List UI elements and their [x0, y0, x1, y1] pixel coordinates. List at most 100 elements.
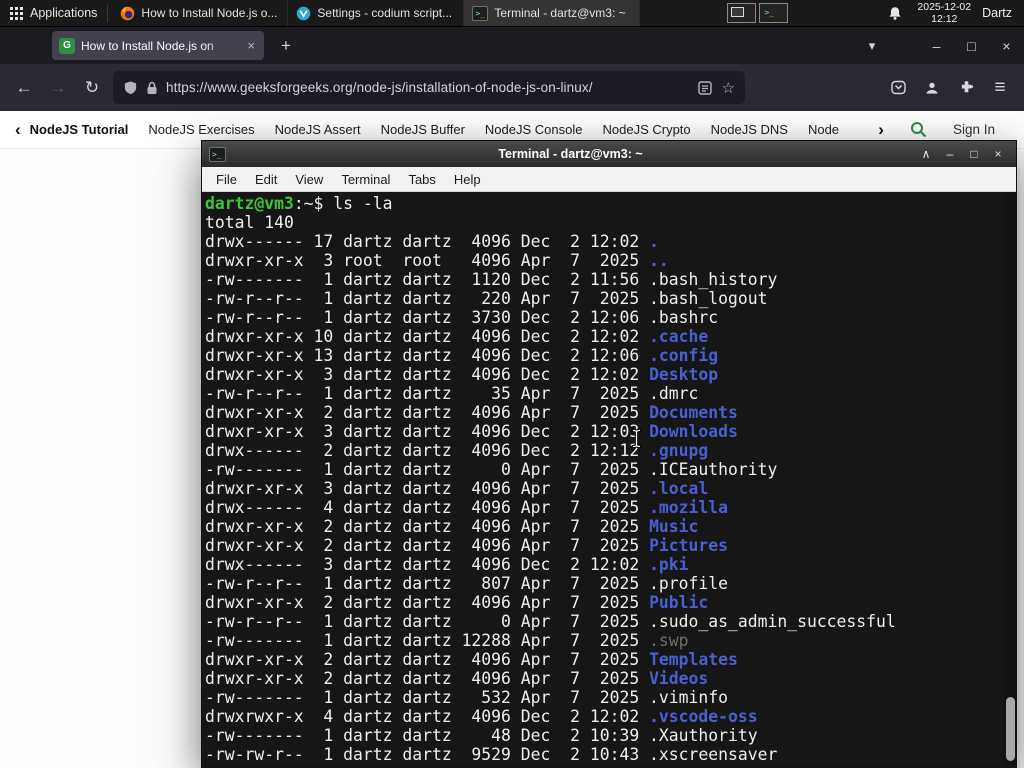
browser-close-button[interactable]: ×: [989, 27, 1024, 64]
terminal-line: -rw-r--r-- 1 dartz dartz 0 Apr 7 2025 .s…: [205, 612, 896, 631]
terminal-line: drwxr-xr-x 2 dartz dartz 4096 Apr 7 2025…: [205, 669, 709, 688]
taskbar-item-terminal[interactable]: >_ Terminal - dartz@vm3: ~: [464, 0, 641, 26]
top-panel: Applications How to Install Node.js o...…: [0, 0, 1024, 27]
pocket-button[interactable]: [881, 71, 915, 105]
gfg-nav-buffer[interactable]: NodeJS Buffer: [381, 122, 465, 137]
applications-label: Applications: [30, 6, 98, 20]
extensions-button[interactable]: [949, 71, 983, 105]
terminal-line: dartz@vm3:~$ ls -la: [205, 194, 393, 213]
menu-file[interactable]: File: [207, 172, 246, 187]
terminal-line: drwxr-xr-x 2 dartz dartz 4096 Apr 7 2025…: [205, 650, 738, 669]
gfg-navbar-right: › Sign In: [878, 121, 1009, 138]
terminal-viewport[interactable]: dartz@vm3:~$ ls -la total 140 drwx------ 1…: [202, 192, 1016, 767]
menu-help[interactable]: Help: [445, 172, 490, 187]
url-text: https://www.geeksforgeeks.org/node-js/in…: [166, 80, 593, 95]
terminal-titlebar[interactable]: >_ Terminal - dartz@vm3: ~ ∧ – □ ×: [202, 141, 1016, 167]
back-button[interactable]: ←: [7, 71, 41, 105]
url-bar[interactable]: https://www.geeksforgeeks.org/node-js/in…: [113, 71, 745, 104]
menu-edit[interactable]: Edit: [246, 172, 286, 187]
applications-menu-button[interactable]: Applications: [0, 0, 107, 26]
menu-view[interactable]: View: [286, 172, 332, 187]
terminal-window-controls: ∧ – □ ×: [915, 147, 1009, 161]
workspace-1[interactable]: [727, 3, 757, 23]
terminal-app-icon: >_: [209, 146, 226, 162]
terminal-line: drwxr-xr-x 3 dartz dartz 4096 Dec 2 12:0…: [205, 422, 738, 441]
firefox-tab-strip: G How to Install Node.js on × + ▾ – □ ×: [0, 27, 1024, 64]
gfg-nav-tutorial[interactable]: ‹ NodeJS Tutorial: [15, 121, 128, 138]
gfg-nav-assert[interactable]: NodeJS Assert: [275, 122, 361, 137]
firefox-nav-toolbar: ← → ↻ https://www.geeksforgeeks.org/node…: [0, 64, 1024, 111]
terminal-line: drwxr-xr-x 10 dartz dartz 4096 Dec 2 12:…: [205, 327, 709, 346]
clock-date: 2025-12-02: [917, 1, 972, 13]
terminal-output: dartz@vm3:~$ ls -la total 140 drwx------ 1…: [205, 194, 1002, 764]
mini-window-icon: [731, 7, 745, 17]
terminal-line: drwx------ 3 dartz dartz 4096 Dec 2 12:0…: [205, 555, 689, 574]
terminal-line: drwxr-xr-x 3 dartz dartz 4096 Apr 7 2025…: [205, 479, 709, 498]
gfg-nav-more[interactable]: Node: [808, 122, 839, 137]
desktop: Applications How to Install Node.js o...…: [0, 0, 1024, 768]
tracking-shield-icon: [124, 80, 137, 94]
gfg-nav-label: NodeJS Tutorial: [29, 122, 129, 137]
terminal-window: >_ Terminal - dartz@vm3: ~ ∧ – □ × File …: [201, 140, 1017, 768]
panel-user-label[interactable]: Dartz: [978, 6, 1024, 20]
terminal-line: drwx------ 2 dartz dartz 4096 Dec 2 12:1…: [205, 441, 709, 460]
terminal-menubar: File Edit View Terminal Tabs Help: [202, 167, 1016, 192]
bookmark-star-icon[interactable]: ☆: [722, 79, 735, 97]
panel-clock[interactable]: 2025-12-02 12:12: [910, 1, 978, 25]
urlbar-page-actions: ☆: [697, 79, 735, 97]
terminal-shade-button[interactable]: ∧: [915, 147, 937, 161]
pocket-icon: [890, 80, 906, 95]
terminal-line: -rw-rw-r-- 1 dartz dartz 9529 Dec 2 10:4…: [205, 745, 778, 764]
scrollbar-thumb[interactable]: [1006, 697, 1015, 761]
terminal-line: drwxr-xr-x 2 dartz dartz 4096 Apr 7 2025…: [205, 593, 709, 612]
terminal-minimize-button[interactable]: –: [939, 147, 961, 161]
terminal-line: drwx------ 4 dartz dartz 4096 Apr 7 2025…: [205, 498, 729, 517]
new-tab-button[interactable]: +: [274, 34, 298, 58]
taskbar-item-firefox[interactable]: How to Install Node.js o...: [112, 0, 289, 26]
terminal-line: drwxr-xr-x 2 dartz dartz 4096 Apr 7 2025…: [205, 517, 699, 536]
terminal-maximize-button[interactable]: □: [963, 147, 985, 161]
menu-terminal[interactable]: Terminal: [332, 172, 399, 187]
browser-minimize-button[interactable]: –: [919, 27, 954, 64]
workspace-2[interactable]: >_: [759, 3, 789, 23]
chevron-right-icon[interactable]: ›: [878, 121, 884, 138]
terminal-close-button[interactable]: ×: [987, 147, 1009, 161]
terminal-line: -rw------- 1 dartz dartz 0 Apr 7 2025 .I…: [205, 460, 778, 479]
browser-tab-active[interactable]: G How to Install Node.js on ×: [52, 31, 264, 60]
terminal-line: drwxr-xr-x 2 dartz dartz 4096 Apr 7 2025…: [205, 536, 729, 555]
terminal-line: -rw-r--r-- 1 dartz dartz 35 Apr 7 2025 .…: [205, 384, 699, 403]
window-taskbar: How to Install Node.js o... Settings - c…: [112, 0, 641, 26]
lock-icon: [147, 81, 157, 94]
forward-button[interactable]: →: [41, 71, 75, 105]
account-icon: [926, 82, 938, 94]
codium-icon: [297, 6, 311, 20]
extensions-puzzle-icon: [961, 80, 973, 93]
chevron-left-icon[interactable]: ‹: [15, 121, 21, 138]
terminal-line: -rw------- 1 dartz dartz 48 Dec 2 10:39 …: [205, 726, 758, 745]
gfg-nav-dns[interactable]: NodeJS DNS: [711, 122, 788, 137]
terminal-line: -rw------- 1 dartz dartz 1120 Dec 2 11:5…: [205, 270, 778, 289]
tab-close-icon[interactable]: ×: [245, 38, 257, 53]
menu-tabs[interactable]: Tabs: [399, 172, 444, 187]
list-all-tabs-button[interactable]: ▾: [860, 34, 884, 58]
gfg-nav-exercises[interactable]: NodeJS Exercises: [148, 122, 254, 137]
reader-view-icon[interactable]: [697, 80, 712, 95]
gfg-nav-crypto[interactable]: NodeJS Crypto: [602, 122, 690, 137]
account-button[interactable]: [915, 71, 949, 105]
terminal-line: -rw------- 1 dartz dartz 12288 Apr 7 202…: [205, 631, 689, 650]
reload-button[interactable]: ↻: [75, 71, 109, 105]
terminal-scrollbar[interactable]: [1004, 192, 1016, 767]
taskbar-item-codium[interactable]: Settings - codium script...: [288, 0, 465, 26]
search-icon[interactable]: [910, 121, 927, 138]
workspace-switcher: >_: [727, 3, 789, 23]
browser-window-controls: – □ ×: [919, 27, 1024, 64]
terminal-line: -rw-r--r-- 1 dartz dartz 3730 Dec 2 12:0…: [205, 308, 719, 327]
tab-title: How to Install Node.js on: [81, 38, 214, 53]
sign-in-button[interactable]: Sign In: [953, 122, 995, 137]
panel-divider: [107, 4, 109, 22]
browser-maximize-button[interactable]: □: [954, 27, 989, 64]
notification-button[interactable]: [880, 6, 910, 21]
gfg-nav-console[interactable]: NodeJS Console: [485, 122, 583, 137]
terminal-line: drwxr-xr-x 3 dartz dartz 4096 Dec 2 12:0…: [205, 365, 719, 384]
app-menu-button[interactable]: ≡: [983, 71, 1017, 105]
